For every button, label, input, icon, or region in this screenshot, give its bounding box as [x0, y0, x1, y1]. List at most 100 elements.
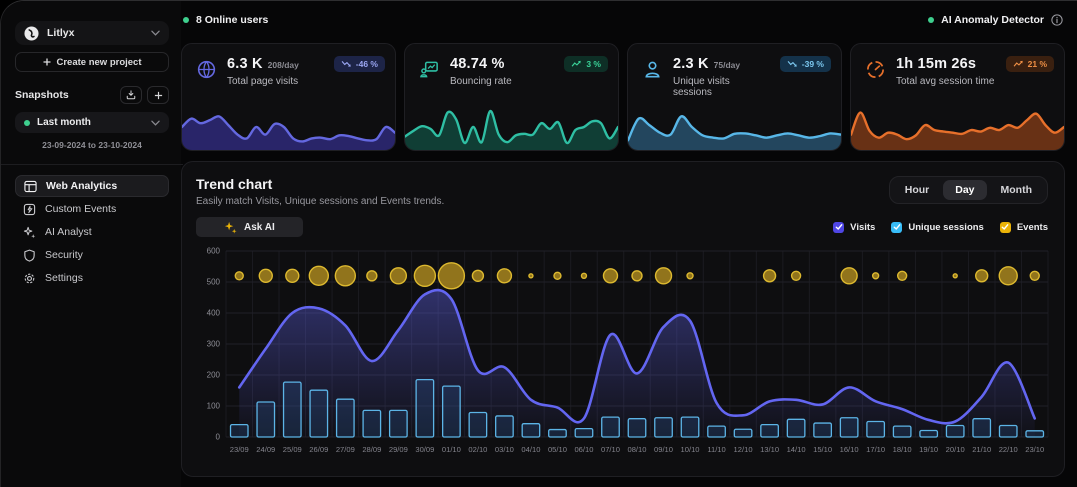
svg-text:24/09: 24/09 [256, 445, 275, 454]
online-status-dot [183, 17, 189, 23]
tab-day[interactable]: Day [943, 180, 986, 200]
svg-text:07/10: 07/10 [601, 445, 620, 454]
sparkline-page-visits [182, 104, 395, 150]
svg-text:0: 0 [216, 433, 221, 442]
stat-value: 2.3 K [673, 56, 709, 72]
online-users-label: 8 Online users [196, 14, 268, 26]
sidebar-item-custom-events[interactable]: Custom Events [15, 198, 169, 220]
main-content: 8 Online users AI Anomaly Detector [181, 1, 1077, 487]
export-snapshot-button[interactable] [120, 86, 142, 104]
create-project-label: Create new project [57, 57, 142, 68]
sidebar-item-settings[interactable]: Settings [15, 267, 169, 289]
sidebar-item-label: Custom Events [45, 203, 116, 215]
checkbox-visits[interactable] [833, 222, 844, 233]
svg-text:10/10: 10/10 [681, 445, 700, 454]
legend-events[interactable]: Events [1000, 222, 1048, 233]
sidebar-divider [1, 164, 183, 165]
download-icon [126, 90, 136, 100]
sidebar-item-label: Web Analytics [46, 180, 117, 192]
svg-text:28/09: 28/09 [362, 445, 381, 454]
sparkle-icon [23, 226, 36, 239]
trend-up-icon [1013, 60, 1024, 68]
project-name: Litlyx [47, 27, 143, 39]
stat-label: Total page visits [227, 76, 325, 87]
sidebar-item-ai-analyst[interactable]: AI Analyst [15, 221, 169, 243]
tab-month[interactable]: Month [989, 180, 1045, 200]
stat-label: Bouncing rate [450, 76, 555, 87]
stat-card-bouncing-rate: 48.74 % Bouncing rate 3 % [404, 43, 619, 151]
project-selector[interactable]: Litlyx [15, 21, 169, 45]
sparkline-session-time [851, 104, 1064, 150]
presentation-icon [417, 57, 441, 81]
tab-hour[interactable]: Hour [893, 180, 942, 200]
svg-text:04/10: 04/10 [521, 445, 540, 454]
add-snapshot-button[interactable] [147, 86, 169, 104]
sidebar-item-security[interactable]: Security [15, 244, 169, 266]
svg-text:15/10: 15/10 [813, 445, 832, 454]
plus-icon [43, 58, 51, 66]
checkbox-events[interactable] [1000, 222, 1011, 233]
trend-badge: -39 % [780, 56, 831, 72]
ask-ai-label: Ask AI [244, 222, 275, 233]
svg-text:23/10: 23/10 [1025, 445, 1044, 454]
svg-text:17/10: 17/10 [866, 445, 885, 454]
period-status-dot [24, 120, 30, 126]
svg-text:600: 600 [207, 247, 221, 256]
snapshot-period-value: Last month [37, 117, 144, 128]
svg-text:05/10: 05/10 [548, 445, 567, 454]
check-icon [1001, 223, 1009, 231]
snapshots-header: Snapshots [15, 86, 169, 104]
snapshot-period-select[interactable]: Last month [15, 112, 169, 133]
chevron-down-icon [151, 30, 160, 36]
trend-down-icon [787, 60, 798, 68]
svg-text:20/10: 20/10 [946, 445, 965, 454]
gear-icon [23, 272, 36, 285]
sparkline-bouncing-rate [405, 104, 618, 150]
create-project-button[interactable]: Create new project [15, 52, 169, 72]
sidebar-item-web-analytics[interactable]: Web Analytics [15, 175, 169, 197]
sidebar-item-label: Security [45, 249, 83, 261]
trend-chart-subtitle: Easily match Visits, Unique sessions and… [196, 196, 444, 207]
ask-ai-button[interactable]: Ask AI [196, 217, 303, 237]
ai-anomaly-label: AI Anomaly Detector [941, 14, 1044, 26]
svg-text:30/09: 30/09 [415, 445, 434, 454]
ai-anomaly-detector: AI Anomaly Detector [928, 14, 1063, 26]
svg-text:500: 500 [207, 278, 221, 287]
trend-down-icon [341, 60, 352, 68]
anomaly-status-dot [928, 17, 934, 23]
svg-text:29/09: 29/09 [389, 445, 408, 454]
svg-text:18/10: 18/10 [893, 445, 912, 454]
sidebar-item-label: Settings [45, 272, 83, 284]
svg-text:23/09: 23/09 [230, 445, 249, 454]
trend-chart-canvas[interactable]: 010020030040050060023/0924/0925/0926/092… [196, 245, 1056, 473]
svg-text:01/10: 01/10 [442, 445, 461, 454]
trend-chart-title: Trend chart [196, 176, 444, 192]
trend-badge: 21 % [1006, 56, 1054, 72]
stat-per-day: 208/day [268, 60, 299, 70]
granularity-tabs: Hour Day Month [889, 176, 1048, 204]
info-icon[interactable] [1051, 14, 1063, 26]
svg-text:06/10: 06/10 [574, 445, 593, 454]
sidebar-item-label: AI Analyst [45, 226, 92, 238]
snapshots-title: Snapshots [15, 89, 115, 101]
check-icon [835, 223, 843, 231]
svg-text:11/10: 11/10 [707, 445, 725, 454]
trend-badge: -46 % [334, 56, 385, 72]
svg-text:21/10: 21/10 [972, 445, 991, 454]
stat-card-total-page-visits: 6.3 K 208/day Total page visits -46 % [181, 43, 396, 151]
svg-text:300: 300 [207, 340, 221, 349]
sparkline-unique-sessions [628, 104, 841, 150]
svg-text:02/10: 02/10 [468, 445, 487, 454]
trend-chart-panel: Trend chart Easily match Visits, Unique … [181, 161, 1065, 477]
shield-icon [23, 249, 36, 262]
globe-icon [194, 57, 218, 81]
svg-text:27/09: 27/09 [336, 445, 355, 454]
svg-text:22/10: 22/10 [999, 445, 1018, 454]
online-users: 8 Online users [183, 14, 268, 26]
legend-visits[interactable]: Visits [833, 222, 875, 233]
checkbox-unique-sessions[interactable] [891, 222, 902, 233]
legend-unique-sessions[interactable]: Unique sessions [891, 222, 984, 233]
events-icon [23, 203, 36, 216]
stat-per-day: 75/day [714, 60, 740, 70]
svg-text:26/09: 26/09 [309, 445, 328, 454]
